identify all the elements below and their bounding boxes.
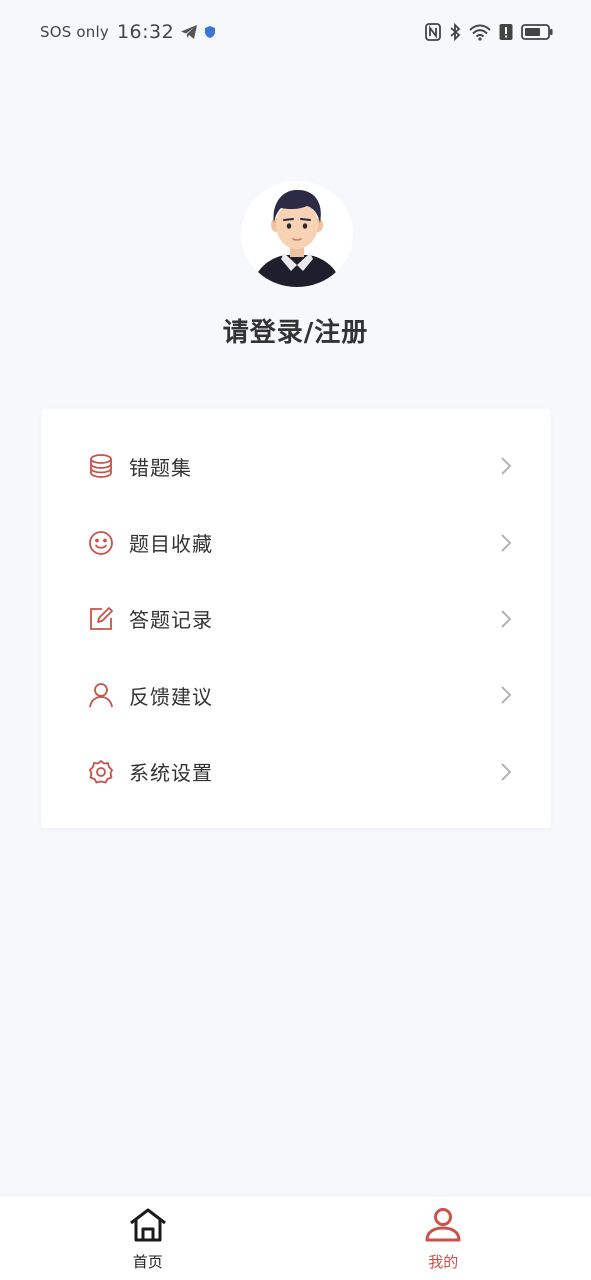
- database-icon: [87, 452, 115, 480]
- menu-card: 错题集 题目收藏 答题记录 反馈建议 系统设置: [41, 409, 551, 828]
- alert-icon: [499, 23, 513, 41]
- status-left: SOS only 16:32: [40, 21, 216, 43]
- home-icon: [128, 1207, 168, 1247]
- menu-item-feedback[interactable]: 反馈建议: [41, 657, 551, 733]
- nav-tab-home[interactable]: 首页: [0, 1197, 296, 1280]
- profile-screen: SOS only 16:32 请登录/注册 错题集 题目收藏 答题记录 反馈建议…: [0, 0, 591, 1280]
- clock: 16:32: [116, 21, 175, 43]
- bluetooth-icon: [449, 23, 461, 41]
- status-bar: SOS only 16:32: [0, 0, 591, 64]
- status-right: [425, 23, 553, 41]
- menu-item-wrong-questions[interactable]: 错题集: [41, 428, 551, 504]
- avatar[interactable]: [241, 181, 353, 287]
- gear-icon: [87, 758, 115, 786]
- smile-icon: [87, 529, 115, 557]
- telegram-icon: [180, 24, 198, 40]
- chevron-right-icon: [499, 609, 513, 629]
- nav-label: 首页: [132, 1253, 163, 1271]
- profile-icon: [423, 1207, 463, 1247]
- chevron-right-icon: [499, 456, 513, 476]
- chevron-right-icon: [499, 685, 513, 705]
- menu-item-favorites[interactable]: 题目收藏: [41, 504, 551, 580]
- nav-label: 我的: [428, 1253, 459, 1271]
- menu-label: 反馈建议: [129, 684, 213, 709]
- chevron-right-icon: [499, 533, 513, 553]
- login-register-link[interactable]: 请登录/注册: [0, 312, 591, 349]
- wifi-icon: [469, 23, 491, 41]
- menu-label: 答题记录: [129, 608, 213, 633]
- shield-icon: [204, 25, 216, 39]
- chevron-right-icon: [499, 762, 513, 782]
- menu-item-answer-history[interactable]: 答题记录: [41, 581, 551, 657]
- menu-item-settings[interactable]: 系统设置: [41, 734, 551, 810]
- menu-label: 题目收藏: [129, 532, 213, 557]
- battery-icon: [521, 23, 553, 41]
- menu-label: 错题集: [129, 455, 192, 480]
- nfc-icon: [425, 23, 441, 41]
- carrier-text: SOS only: [40, 23, 109, 41]
- bottom-nav: 首页 我的: [0, 1197, 591, 1280]
- nav-tab-mine[interactable]: 我的: [296, 1197, 591, 1280]
- user-icon: [87, 681, 115, 709]
- menu-label: 系统设置: [129, 761, 213, 786]
- edit-icon: [87, 605, 115, 633]
